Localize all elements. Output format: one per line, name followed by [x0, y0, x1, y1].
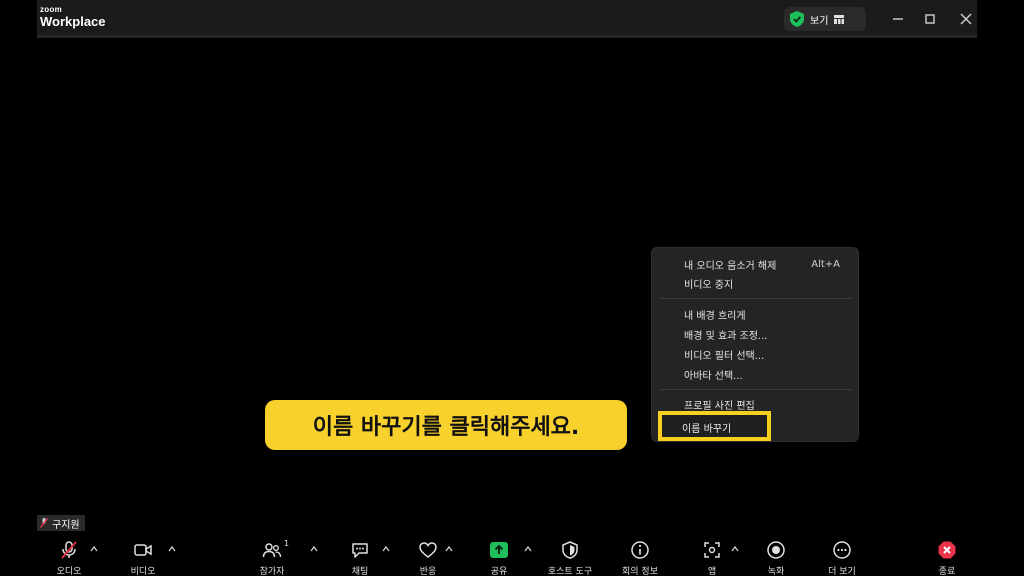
shield-icon: [562, 541, 578, 559]
menu-item-label: 비디오 중지: [684, 279, 734, 291]
apps-icon: [704, 542, 720, 558]
menu-item-label: 아바타 선택...: [684, 370, 743, 382]
chevron-up-icon[interactable]: [381, 544, 391, 554]
record-icon: [767, 541, 785, 559]
share-button[interactable]: 공유: [469, 540, 529, 576]
reactions-label: 반응: [419, 567, 437, 576]
end-meeting-button[interactable]: 종료: [917, 540, 977, 576]
participant-count: 1: [284, 539, 290, 548]
audio-label: 오디오: [56, 567, 82, 576]
host-tools-label: 호스트 도구: [547, 567, 593, 576]
menu-divider: [660, 389, 852, 390]
chevron-up-icon[interactable]: [89, 544, 99, 554]
muted-mic-icon: [61, 541, 77, 559]
menu-item-label: 내 배경 흐리게: [684, 310, 746, 322]
zoom-logo: zoom Workplace: [40, 5, 106, 29]
menu-item-rename[interactable]: 이름 바꾸기: [658, 411, 771, 441]
menu-item-label: 프로필 사진 편집: [684, 400, 755, 412]
muted-mic-icon: [40, 518, 48, 528]
meeting-toolbar: 오디오 비디오 1 참가자 채팅 반응 공유 호스트 도구 회의 정보 앱 녹화…: [0, 532, 1024, 576]
end-label: 종료: [938, 567, 956, 576]
view-label: 보기: [810, 15, 829, 27]
menu-item-blur-background[interactable]: 내 배경 흐리게: [652, 304, 858, 324]
meeting-info-button[interactable]: 회의 정보: [610, 540, 670, 576]
meeting-info-label: 회의 정보: [622, 567, 658, 576]
chevron-up-icon[interactable]: [730, 544, 740, 554]
menu-item-label: 비디오 필터 선택...: [684, 350, 765, 362]
menu-item-label: 배경 및 효과 조정...: [684, 330, 768, 342]
participant-name: 구지원: [52, 519, 80, 531]
chat-bubble-icon: [352, 543, 368, 558]
chat-label: 채팅: [351, 567, 369, 576]
chevron-up-icon[interactable]: [523, 544, 533, 554]
menu-item-unmute-audio[interactable]: 내 오디오 음소거 해제 Alt+A: [652, 254, 858, 274]
maximize-icon[interactable]: [922, 11, 938, 27]
instruction-callout: 이름 바꾸기를 클릭해주세요.: [265, 400, 627, 450]
video-label: 비디오: [130, 567, 156, 576]
shortcut-label: Alt+A: [811, 258, 840, 270]
menu-item-stop-video[interactable]: 비디오 중지: [652, 273, 858, 293]
more-button[interactable]: 더 보기: [812, 540, 872, 576]
apps-label: 앱: [707, 567, 717, 576]
menu-item-video-filter[interactable]: 비디오 필터 선택...: [652, 344, 858, 364]
info-icon: [631, 541, 649, 559]
record-label: 녹화: [767, 567, 785, 576]
video-camera-icon: [134, 544, 152, 556]
video-button[interactable]: 비디오: [113, 540, 173, 576]
share-screen-icon: [490, 542, 508, 558]
menu-item-choose-avatar[interactable]: 아바타 선택...: [652, 364, 858, 384]
participants-icon: [262, 543, 282, 558]
host-tools-button[interactable]: 호스트 도구: [540, 540, 600, 576]
shield-check-icon: [790, 11, 804, 27]
menu-item-label: 내 오디오 음소거 해제: [684, 260, 777, 272]
participants-button[interactable]: 1 참가자: [242, 539, 302, 576]
participants-label: 참가자: [259, 567, 285, 576]
heart-icon: [419, 542, 437, 558]
title-bar: zoom Workplace 보기: [37, 0, 977, 38]
menu-item-adjust-background[interactable]: 배경 및 효과 조정...: [652, 324, 858, 344]
chevron-up-icon[interactable]: [167, 544, 177, 554]
more-label: 더 보기: [828, 567, 856, 576]
minimize-icon[interactable]: [890, 11, 906, 27]
end-meeting-icon: [938, 541, 956, 559]
logo-big-text: Workplace: [40, 14, 106, 29]
logo-small-text: zoom: [40, 5, 63, 14]
chevron-up-icon[interactable]: [444, 544, 454, 554]
close-icon[interactable]: [958, 11, 974, 27]
view-button[interactable]: 보기: [784, 7, 866, 31]
more-dots-icon: [833, 541, 851, 559]
menu-divider: [660, 298, 852, 299]
record-button[interactable]: 녹화: [746, 540, 806, 576]
chevron-up-icon[interactable]: [309, 544, 319, 554]
menu-item-label: 이름 바꾸기: [682, 424, 732, 435]
grid-icon: [834, 14, 845, 24]
share-label: 공유: [490, 567, 508, 576]
participant-name-tag: 구지원: [37, 515, 85, 531]
